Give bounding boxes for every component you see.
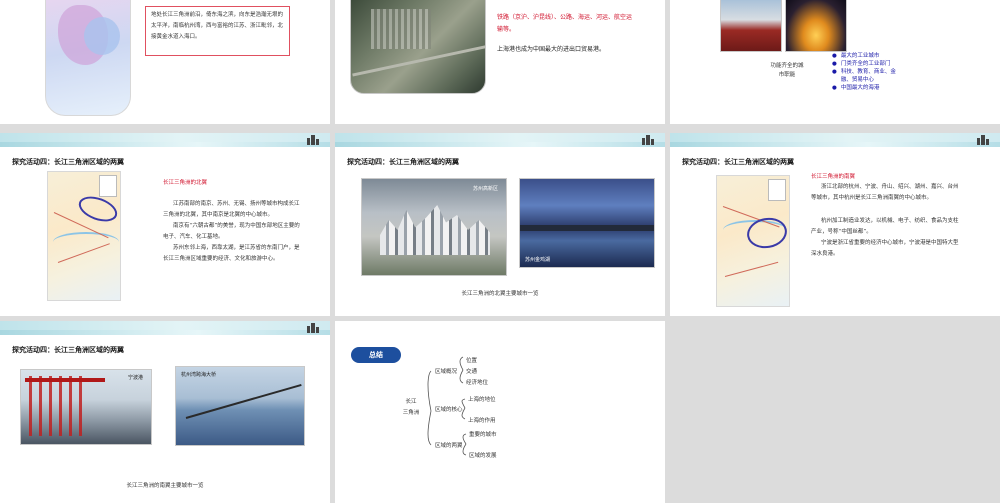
summary-tree-lines bbox=[427, 356, 467, 456]
city-photo-2 bbox=[785, 0, 847, 52]
slide-5[interactable]: 探究活动四：长江三角洲区域的两翼 苏州高新区 苏州金鸡湖 长江三角洲的北翼主要城… bbox=[335, 133, 665, 316]
slide-subtitle: 长江三角洲的南翼 bbox=[811, 174, 856, 180]
slide-3[interactable]: 功能齐全的城市职能 ● 最大的工业城市 ● 门类齐全的工业部门 ● 科技、教育、商业、… bbox=[670, 0, 1000, 124]
list-item: ● 最大的工业城市 bbox=[832, 52, 962, 60]
list-item-text: 门类齐全的工业部门 bbox=[840, 61, 891, 67]
list-item: ● 科技、教育、商业、金融、贸易中心 bbox=[832, 68, 962, 84]
slide-header bbox=[0, 321, 330, 335]
crane bbox=[29, 376, 85, 436]
tree-leaf: 上海的地位 bbox=[468, 397, 496, 403]
skyline bbox=[380, 205, 490, 255]
slide-8[interactable]: 总结 长江 三角洲 区域概况 位置 交通 经济地位 区域的核心 上海的地位 上海… bbox=[335, 321, 665, 503]
slide-7[interactable]: 探究活动四：长江三角洲区域的两翼 宁波港 杭州湾跨海大桥 长江三角洲的南翼主要城… bbox=[0, 321, 330, 503]
list-item: ● 中国最大的海港 bbox=[832, 84, 962, 92]
photo-label: 杭州湾跨海大桥 bbox=[181, 372, 217, 378]
paragraph: 江苏南部的南京、苏州、无锡、扬州等城市构成长江三角洲的北翼，其中南京是北翼的中心… bbox=[163, 201, 300, 218]
photo-label: 苏州金鸡湖 bbox=[525, 257, 551, 263]
photo-label: 宁波港 bbox=[127, 375, 143, 381]
crane-beam bbox=[25, 378, 105, 382]
port-text: 上海港也成为中国最大的进出口贸易港。 bbox=[497, 46, 606, 53]
section-title: 探究活动四：长江三角洲区域的两翼 bbox=[12, 346, 124, 354]
tree-leaf: 上海的作用 bbox=[468, 418, 496, 424]
shoreline bbox=[520, 225, 654, 231]
list-item-text: 中国最大的海港 bbox=[840, 85, 880, 91]
bullet-icon: ● bbox=[832, 61, 837, 67]
tree-root-line: 长江 bbox=[405, 399, 417, 405]
section-title: 探究活动四：长江三角洲区域的两翼 bbox=[682, 158, 794, 166]
function-label: 功能齐全的城市职能 bbox=[770, 63, 804, 78]
building-icon bbox=[307, 323, 319, 333]
transport-text: 铁路（京沪、沪昆线）、公路、海运、河运、航空运输等。 bbox=[497, 14, 633, 33]
list-item-text: 科技、教育、商业、金融、贸易中心 bbox=[840, 69, 896, 83]
map-road bbox=[724, 261, 779, 277]
map-district-blob bbox=[84, 17, 120, 55]
paragraph: 杭州加工制造业发达，以机械、电子、纺织、食品为支柱产业，号称“中国丝都”。 bbox=[811, 218, 959, 235]
building-icon bbox=[307, 135, 319, 145]
tree-leaf: 经济地位 bbox=[466, 380, 489, 386]
aerial-road bbox=[352, 44, 485, 77]
tree-root: 长江 三角洲 bbox=[395, 397, 427, 419]
map-legend bbox=[99, 175, 117, 197]
section-title: 探究活动四：长江三角洲区域的两翼 bbox=[347, 158, 459, 166]
paragraph: 南京有“六朝古都”的美誉，现为中国东部地区主要的电子、汽车、化工基地。 bbox=[163, 223, 300, 240]
aerial-photo bbox=[350, 0, 486, 94]
tree-leaf: 位置 bbox=[466, 358, 478, 364]
aerial-city-block bbox=[371, 9, 431, 49]
slide-header bbox=[0, 133, 330, 147]
paragraph: 苏州东邻上海，西靠太湖，是江苏省的东南门户，是长江三角洲区域重要的经济、文化和旅… bbox=[163, 245, 300, 262]
bullet-icon: ● bbox=[832, 85, 837, 91]
bridge bbox=[185, 383, 302, 419]
section-title: 探究活动四：长江三角洲区域的两翼 bbox=[12, 158, 124, 166]
paragraph: 宁波是浙江省重要的经济中心城市，宁波港是中国特大型深水良港。 bbox=[811, 240, 959, 257]
slide-caption: 长江三角洲的北翼主要城市一览 bbox=[461, 291, 539, 297]
tree-root-line: 三角洲 bbox=[402, 410, 420, 416]
tree-leaf: 区域的发展 bbox=[469, 453, 497, 459]
bullet-icon: ● bbox=[832, 69, 837, 75]
slide-header bbox=[335, 133, 665, 147]
text-box: 地处长江三角洲前沿，倚东海之滨，向东是浩瀚无垠的太平洋，南临杭州湾，西与富裕的江… bbox=[145, 6, 290, 56]
north-wing-map bbox=[47, 171, 121, 301]
slide-4[interactable]: 探究活动四：长江三角洲区域的两翼 长江三角洲的北翼 江苏南部的南京、苏州、无锡、… bbox=[0, 133, 330, 316]
tree-branch: 区域的两翼 bbox=[435, 443, 463, 449]
shanghai-map bbox=[45, 0, 131, 116]
slide-header bbox=[670, 133, 1000, 147]
list-item-text: 最大的工业城市 bbox=[840, 53, 880, 59]
ningbo-port-photo: 宁波港 bbox=[20, 369, 152, 445]
tree-leaf: 交通 bbox=[466, 369, 478, 375]
map-legend bbox=[768, 179, 786, 201]
bay-bridge-photo: 杭州湾跨海大桥 bbox=[175, 366, 305, 446]
bullet-icon: ● bbox=[832, 53, 837, 59]
slide-subtitle: 长江三角洲的北翼 bbox=[163, 180, 208, 186]
suzhou-highzone-photo: 苏州高新区 bbox=[361, 178, 507, 276]
jinji-lake-photo: 苏州金鸡湖 bbox=[519, 178, 655, 268]
slide-6[interactable]: 探究活动四：长江三角洲区域的两翼 长江三角洲的南翼 浙江北部的杭州、宁波、舟山、… bbox=[670, 133, 1000, 316]
map-river bbox=[53, 232, 119, 252]
tree-leaf: 重要的城市 bbox=[469, 432, 497, 438]
tree-branch: 区域的核心 bbox=[435, 407, 463, 413]
tree-branch: 区域概况 bbox=[435, 369, 458, 375]
slide-1[interactable]: 地处长江三角洲前沿，倚东海之滨，向东是浩瀚无垠的太平洋，南临杭州湾，西与富裕的江… bbox=[0, 0, 330, 124]
building-icon bbox=[642, 135, 654, 145]
function-list: ● 最大的工业城市 ● 门类齐全的工业部门 ● 科技、教育、商业、金融、贸易中心 ● 中… bbox=[832, 52, 962, 92]
slide-caption: 长江三角洲的南翼主要城市一览 bbox=[126, 483, 204, 489]
south-wing-map bbox=[716, 175, 790, 307]
location-text: 地处长江三角洲前沿，倚东海之滨，向东是浩瀚无垠的太平洋，南临杭州湾，西与富裕的江… bbox=[151, 12, 284, 40]
paragraph: 浙江北部的杭州、宁波、舟山、绍兴、湖州、嘉兴、台州等城市，其中杭州是长江三角洲南… bbox=[811, 184, 959, 201]
building-icon bbox=[977, 135, 989, 145]
slide-2[interactable]: 铁路（京沪、沪昆线）、公路、海运、河运、航空运输等。 上海港也成为中国最大的进出… bbox=[335, 0, 665, 124]
photo-label: 苏州高新区 bbox=[472, 186, 498, 192]
list-item: ● 门类齐全的工业部门 bbox=[832, 60, 962, 68]
city-photo-1 bbox=[720, 0, 782, 52]
